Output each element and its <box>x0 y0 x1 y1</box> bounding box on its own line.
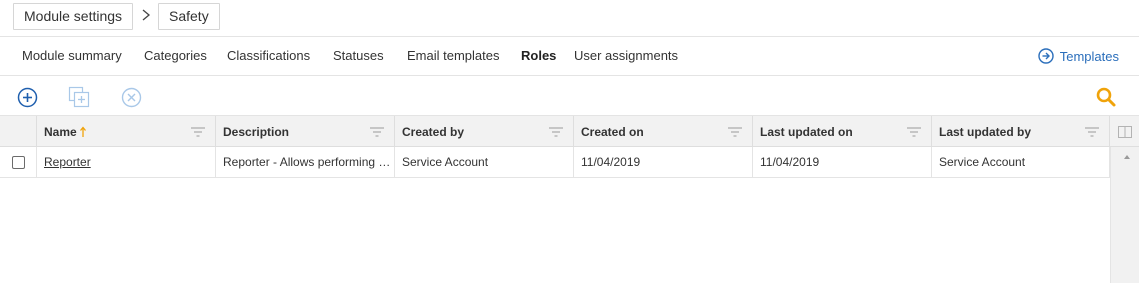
breadcrumb-module-settings[interactable]: Module settings <box>13 3 134 30</box>
column-header-description-label: Description <box>223 125 290 139</box>
column-header-created-on-label: Created on <box>581 125 644 139</box>
column-header-name[interactable]: Name <box>37 116 216 147</box>
tab-user-assignments[interactable]: User assignments <box>574 48 678 63</box>
tab-categories[interactable]: Categories <box>144 48 207 63</box>
tab-bar: Module summary Categories Classification… <box>0 37 1139 76</box>
cell-created-on: 11/04/2019 <box>574 147 753 177</box>
role-name-link[interactable]: Reporter <box>44 155 91 169</box>
tab-module-summary[interactable]: Module summary <box>22 48 122 63</box>
cell-name: Reporter <box>37 147 216 177</box>
search-icon <box>1096 87 1116 107</box>
row-checkbox[interactable] <box>11 155 25 169</box>
breadcrumb: Module settings Safety <box>0 0 1139 37</box>
tab-classifications[interactable]: Classifications <box>227 48 310 63</box>
copy-button[interactable] <box>68 86 90 108</box>
toolbar <box>0 77 1139 116</box>
cell-last-updated-on: 11/04/2019 <box>753 147 932 177</box>
column-header-last-updated-on-label: Last updated on <box>760 125 853 139</box>
templates-link-label: Templates <box>1059 48 1119 64</box>
arrow-circle-right-icon <box>1038 48 1054 64</box>
column-header-description[interactable]: Description <box>216 116 395 147</box>
copy-add-icon <box>68 86 90 108</box>
column-header-last-updated-on[interactable]: Last updated on <box>753 116 932 147</box>
vertical-scrollbar[interactable] <box>1110 147 1139 283</box>
filter-icon[interactable] <box>548 126 564 138</box>
filter-icon[interactable] <box>906 126 922 138</box>
cell-created-by: Service Account <box>395 147 574 177</box>
filter-icon[interactable] <box>190 126 206 138</box>
column-header-last-updated-by-label: Last updated by <box>939 125 1032 139</box>
column-header-name-label: Name <box>44 125 77 139</box>
grid-body: Reporter Reporter - Allows performing ac… <box>0 147 1110 283</box>
row-select-cell <box>0 147 37 177</box>
tab-statuses[interactable]: Statuses <box>333 48 384 63</box>
plus-circle-icon <box>17 87 37 107</box>
header-select-cell <box>0 116 37 147</box>
tab-roles[interactable]: Roles <box>521 48 556 63</box>
column-picker-button[interactable] <box>1110 116 1139 147</box>
column-header-created-by[interactable]: Created by <box>395 116 574 147</box>
column-header-created-on[interactable]: Created on <box>574 116 753 147</box>
add-button[interactable] <box>16 86 38 108</box>
search-button[interactable] <box>1095 86 1117 108</box>
sort-ascending-icon <box>79 126 86 137</box>
tab-email-templates[interactable]: Email templates <box>407 48 499 63</box>
column-header-last-updated-by[interactable]: Last updated by <box>932 116 1110 147</box>
scroll-up-arrow-icon[interactable] <box>1124 155 1130 159</box>
x-circle-icon <box>121 87 141 107</box>
grid-header: Name Description Created by Created on L… <box>0 116 1139 147</box>
templates-link[interactable]: Templates <box>1038 48 1119 64</box>
filter-icon[interactable] <box>1084 126 1100 138</box>
table-row[interactable]: Reporter Reporter - Allows performing ac… <box>0 147 1110 178</box>
filter-icon[interactable] <box>727 126 743 138</box>
column-header-created-by-label: Created by <box>402 125 465 139</box>
cancel-button[interactable] <box>120 86 142 108</box>
columns-icon <box>1117 125 1132 138</box>
column-header-label: Name <box>44 125 87 139</box>
cell-description: Reporter - Allows performing actions <box>216 147 395 177</box>
cell-last-updated-by: Service Account <box>932 147 1110 177</box>
filter-icon[interactable] <box>369 126 385 138</box>
breadcrumb-safety[interactable]: Safety <box>158 3 220 30</box>
chevron-right-icon <box>142 9 151 21</box>
